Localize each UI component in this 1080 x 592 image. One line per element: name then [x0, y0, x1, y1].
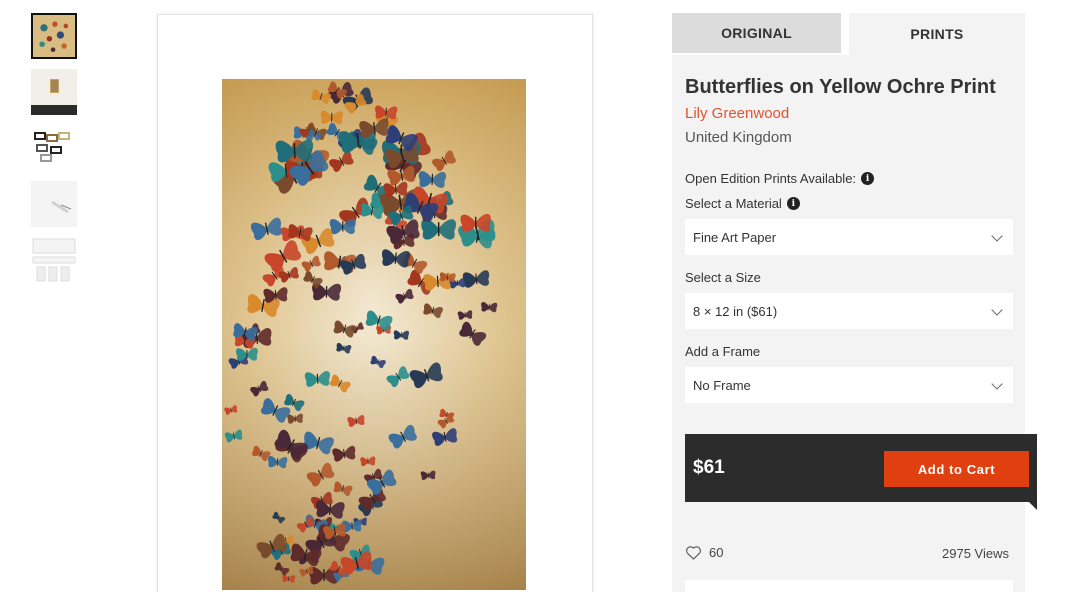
chevron-down-icon: [991, 378, 1003, 390]
more-info-box: [685, 580, 1013, 592]
artist-country: United Kingdom: [685, 129, 792, 146]
tab-prints[interactable]: PRINTS: [849, 13, 1025, 55]
artwork-thumbnail-image: [33, 15, 75, 57]
thumbnail-artwork-framed-room[interactable]: [31, 69, 77, 115]
size-select-value: 8 × 12 in ($61): [693, 303, 778, 319]
material-select-value: Fine Art Paper: [693, 229, 777, 245]
product-panel: Butterflies on Yellow Ochre Print Lily G…: [672, 55, 1025, 592]
artwork-image[interactable]: [222, 79, 526, 590]
material-label: Select a Material: [685, 196, 782, 211]
chevron-down-icon: [991, 230, 1003, 242]
price: $61: [693, 457, 725, 478]
room-thumbnail-image: [31, 69, 77, 115]
product-title: Butterflies on Yellow Ochre Print: [685, 76, 996, 98]
artist-link[interactable]: Lily Greenwood: [685, 105, 789, 122]
thumbnail-artwork-details[interactable]: [31, 237, 77, 283]
sideview-thumbnail-image: [31, 181, 77, 227]
bar-notch: [1029, 502, 1037, 510]
details-thumbnail-image: [31, 237, 77, 283]
thumbnail-frame-options[interactable]: [31, 125, 77, 171]
chevron-down-icon: [991, 304, 1003, 316]
thumbnail-artwork-side-view[interactable]: [31, 181, 77, 227]
info-icon[interactable]: i: [786, 197, 800, 210]
purchase-type-tabs: ORIGINAL PRINTS: [672, 13, 1025, 55]
like-count: 60: [709, 545, 724, 560]
view-count: 2975 Views: [942, 546, 1009, 561]
edition-label-row: Open Edition Prints Available: i: [685, 171, 875, 186]
frame-select-value: No Frame: [693, 377, 751, 393]
frame-select[interactable]: No Frame: [685, 367, 1013, 403]
info-icon[interactable]: i: [861, 172, 875, 185]
purchase-bar: $61 Add to Cart: [685, 434, 1037, 510]
size-label: Select a Size: [685, 270, 761, 285]
frames-thumbnail-image: [31, 125, 77, 171]
material-label-row: Select a Material i: [685, 196, 800, 211]
material-select[interactable]: Fine Art Paper: [685, 219, 1013, 255]
like-button[interactable]: 60: [685, 545, 723, 560]
edition-label: Open Edition Prints Available:: [685, 171, 857, 186]
frame-label: Add a Frame: [685, 344, 761, 359]
add-to-cart-button[interactable]: Add to Cart: [884, 451, 1029, 487]
size-select[interactable]: 8 × 12 in ($61): [685, 293, 1013, 329]
thumbnail-artwork-main[interactable]: [31, 13, 77, 59]
thumbnail-list: [31, 13, 79, 293]
heart-icon: [686, 546, 701, 560]
tab-original[interactable]: ORIGINAL: [672, 13, 841, 53]
butterflies-painting: [222, 79, 526, 590]
